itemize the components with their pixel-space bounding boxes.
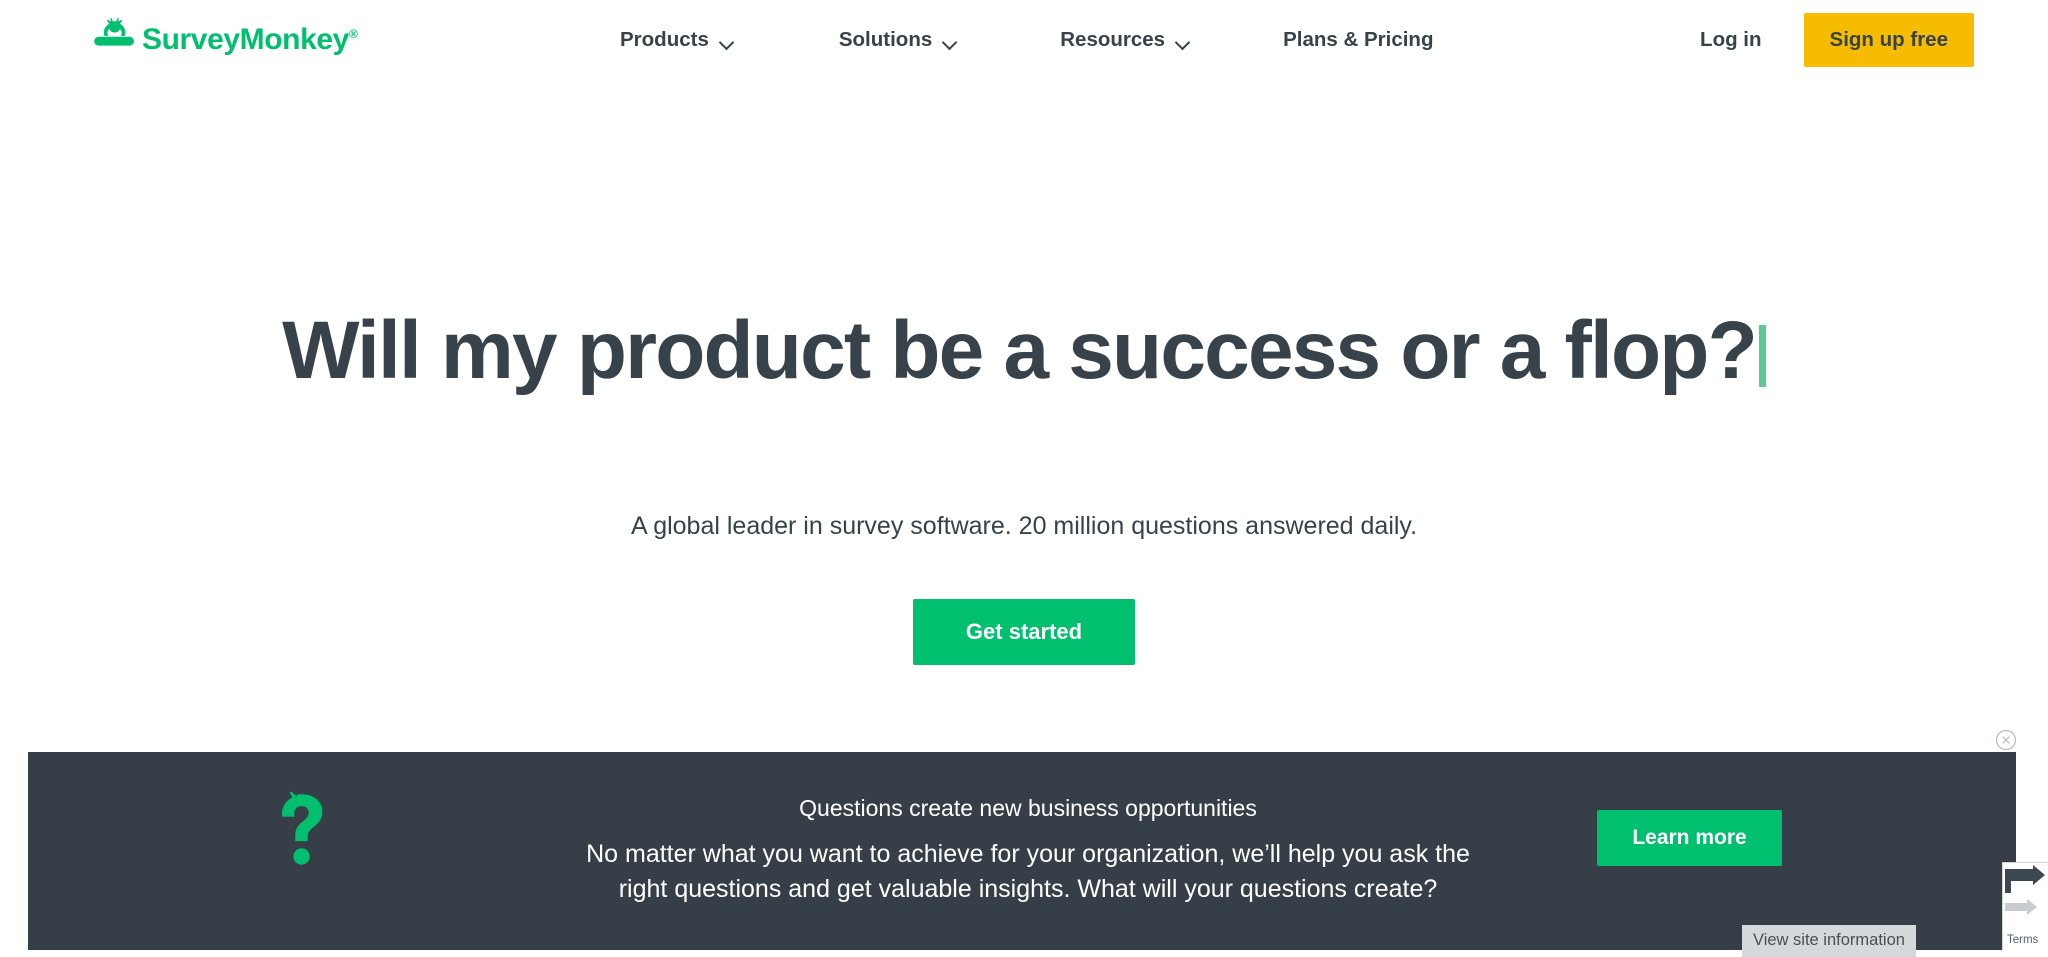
hero-cta-container: Get started — [0, 599, 2048, 665]
hero-section: Will my product be a success or a flop? … — [0, 80, 2048, 752]
chevron-down-icon — [1176, 37, 1191, 46]
surveymonkey-logo[interactable]: SurveyMonkey® — [94, 16, 358, 56]
registered-trademark-mark: ® — [348, 27, 358, 41]
nav-item-solutions[interactable]: Solutions — [811, 28, 986, 52]
banner-body-text: No matter what you want to achieve for y… — [586, 839, 1470, 904]
recaptcha-badge[interactable]: Terms — [2002, 862, 2048, 950]
nav-item-products[interactable]: Products — [620, 28, 763, 52]
get-started-button[interactable]: Get started — [913, 599, 1135, 665]
surveymonkey-monkey-logo-icon — [94, 16, 134, 55]
nav-item-label: Products — [620, 28, 709, 51]
nav-item-label: Solutions — [838, 28, 933, 51]
chevron-down-icon — [943, 37, 958, 46]
surveymonkey-logo-text: SurveyMonkey® — [142, 23, 358, 56]
hero-subheadline: A global leader in survey software. 20 m… — [630, 512, 1418, 540]
recaptcha-terms-label[interactable]: Terms — [2007, 934, 2038, 946]
banner-text-block: Questions create new business opportunit… — [368, 752, 1688, 950]
main-navigation: Products Solutions Resources Plans & Pri… — [620, 0, 1461, 80]
hero-headline-text: Will my product be a success or a flop? — [282, 305, 1758, 396]
login-link[interactable]: Log in — [1700, 28, 1761, 52]
close-circle-icon[interactable] — [1995, 729, 2017, 751]
recaptcha-logo-icon — [2005, 865, 2045, 915]
site-header: SurveyMonkey® Products Solutions Resourc… — [0, 0, 2048, 80]
view-site-information-tooltip: View site information — [1742, 925, 1916, 957]
banner-heading: Questions create new business opportunit… — [799, 794, 1257, 821]
hero-headline: Will my product be a success or a flop? — [0, 310, 2048, 392]
nav-item-label: Plans & Pricing — [1283, 28, 1434, 51]
green-question-mark-icon — [256, 790, 346, 890]
nav-item-plans-pricing[interactable]: Plans & Pricing — [1255, 28, 1461, 52]
learn-more-button[interactable]: Learn more — [1597, 810, 1782, 866]
header-actions: Log in Sign up free — [1700, 0, 1974, 80]
typing-caret — [1758, 325, 1766, 387]
promo-banner: Questions create new business opportunit… — [28, 752, 2016, 950]
nav-item-label: Resources — [1060, 28, 1166, 51]
nav-item-resources[interactable]: Resources — [1032, 28, 1219, 52]
signup-free-button[interactable]: Sign up free — [1803, 13, 1974, 67]
chevron-down-icon — [720, 37, 735, 46]
